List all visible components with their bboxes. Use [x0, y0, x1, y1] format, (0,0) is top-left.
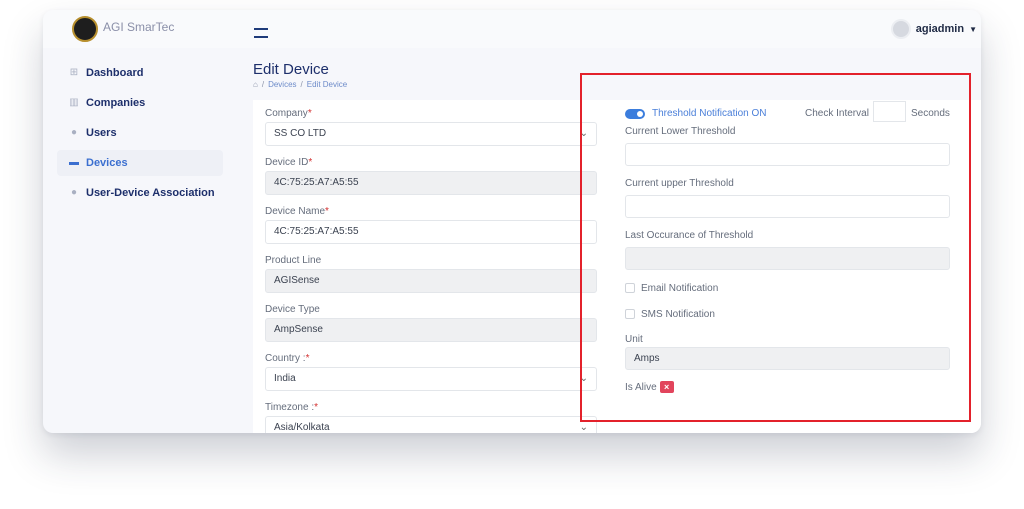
- breadcrumb: ⌂ / Devices / Edit Device: [253, 80, 347, 89]
- sidebar-item-label: Users: [86, 127, 117, 139]
- is-alive-false-icon: ×: [659, 381, 674, 393]
- sidebar-item-dashboard[interactable]: ⊞ Dashboard: [57, 60, 223, 86]
- company-value: SS CO LTD: [274, 128, 327, 139]
- breadcrumb-separator: /: [300, 80, 303, 89]
- threshold-settings-column: Threshold Notification ON Check Interval…: [625, 101, 950, 394]
- sidebar-item-user-device-association[interactable]: ● User-Device Association: [57, 180, 223, 206]
- chevron-down-icon: ⌄: [579, 422, 588, 433]
- unit-field[interactable]: Amps: [625, 347, 950, 370]
- email-notification-checkbox[interactable]: [625, 283, 635, 293]
- sidebar-item-label: User-Device Association: [86, 187, 215, 199]
- lower-threshold-input[interactable]: [625, 143, 950, 166]
- breadcrumb-separator: /: [261, 80, 265, 89]
- device-type-field[interactable]: AmpSense: [265, 318, 597, 342]
- timezone-select[interactable]: Asia/Kolkata ⌄: [265, 416, 597, 433]
- app-window: AGI SmarTec agiadmin ▼ ⊞ Dashboard ▥ Com…: [43, 10, 981, 433]
- email-notification-row: Email Notification: [625, 281, 950, 295]
- sms-notification-row: SMS Notification: [625, 307, 950, 321]
- chevron-down-icon: ⌄: [579, 128, 588, 139]
- avatar[interactable]: [890, 19, 911, 39]
- device-name-field[interactable]: 4C:75:25:A7:A5:55: [265, 220, 597, 244]
- device-id-value: 4C:75:25:A7:A5:55: [274, 177, 359, 188]
- last-occurance-label: Last Occurance of Threshold: [625, 230, 754, 241]
- last-occurance-field[interactable]: [625, 247, 950, 270]
- company-select[interactable]: SS CO LTD ⌄: [265, 122, 597, 146]
- country-value: India: [274, 373, 296, 384]
- sidebar-item-devices[interactable]: ▬ Devices: [57, 150, 223, 176]
- sidebar-item-companies[interactable]: ▥ Companies: [57, 90, 223, 116]
- home-icon[interactable]: ⌂: [253, 80, 258, 89]
- required-mark: *: [314, 402, 318, 413]
- brand-name: AGI SmarTec: [103, 20, 175, 34]
- device-id-label: Device ID*: [265, 157, 313, 168]
- threshold-row: Threshold Notification ON Check Interval…: [625, 101, 950, 122]
- device-name-value: 4C:75:25:A7:A5:55: [274, 226, 359, 237]
- is-alive-row: Is Alive ×: [625, 380, 950, 394]
- breadcrumb-current: Edit Device: [306, 80, 348, 89]
- sidebar: ⊞ Dashboard ▥ Companies ● Users ▬ Device…: [57, 60, 223, 210]
- user-device-icon: ●: [70, 187, 78, 198]
- brand-logo-icon: [72, 16, 98, 42]
- device-type-value: AmpSense: [274, 324, 323, 335]
- device-details-column: Company* SS CO LTD ⌄ Device ID* 4C:75:25:…: [265, 107, 597, 433]
- check-interval-label: Check Interval: [805, 108, 869, 119]
- product-line-value: AGISense: [274, 275, 320, 286]
- user-menu[interactable]: agiadmin ▼: [890, 18, 977, 40]
- sms-notification-label: SMS Notification: [641, 308, 715, 320]
- product-line-label: Product Line: [265, 255, 322, 266]
- sms-notification-checkbox[interactable]: [625, 309, 635, 319]
- breadcrumb-devices[interactable]: Devices: [268, 80, 296, 89]
- device-type-label: Device Type: [265, 304, 320, 315]
- caret-down-icon[interactable]: ▼: [969, 25, 977, 34]
- chevron-down-icon: ⌄: [579, 373, 588, 384]
- required-mark: *: [308, 157, 313, 168]
- device-name-label: Device Name*: [265, 206, 329, 217]
- sidebar-item-label: Devices: [86, 157, 128, 169]
- sidebar-item-label: Dashboard: [86, 67, 144, 79]
- upper-threshold-input[interactable]: [625, 195, 950, 218]
- product-line-field[interactable]: AGISense: [265, 269, 597, 293]
- check-interval-input[interactable]: [873, 101, 906, 122]
- company-label: Company*: [265, 108, 312, 119]
- country-label: Country :*: [265, 353, 310, 364]
- grid-icon: ⊞: [69, 67, 79, 78]
- timezone-value: Asia/Kolkata: [274, 422, 330, 433]
- email-notification-label: Email Notification: [641, 282, 719, 294]
- seconds-label: Seconds: [911, 108, 950, 119]
- is-alive-label: Is Alive: [625, 381, 657, 393]
- bar-chart-icon: ▥: [69, 97, 79, 108]
- user-name[interactable]: agiadmin: [916, 23, 964, 35]
- sidebar-item-users[interactable]: ● Users: [57, 120, 223, 146]
- users-icon: ●: [70, 127, 78, 138]
- device-id-field[interactable]: 4C:75:25:A7:A5:55: [265, 171, 597, 195]
- page-title: Edit Device: [253, 61, 329, 78]
- country-select[interactable]: India ⌄: [265, 367, 597, 391]
- required-mark: *: [305, 353, 310, 364]
- lower-threshold-label: Current Lower Threshold: [625, 126, 736, 137]
- menu-toggle-icon[interactable]: [254, 28, 268, 38]
- upper-threshold-label: Current upper Threshold: [625, 178, 734, 189]
- edit-device-form: Company* SS CO LTD ⌄ Device ID* 4C:75:25:…: [253, 100, 981, 433]
- sidebar-item-label: Companies: [86, 97, 146, 109]
- required-mark: *: [307, 108, 312, 119]
- threshold-notification-toggle[interactable]: [625, 109, 645, 119]
- device-icon: ▬: [69, 157, 79, 168]
- timezone-label: Timezone :*: [265, 402, 318, 413]
- main-content: Edit Device ⌂ / Devices / Edit Device Co…: [236, 48, 981, 433]
- required-mark: *: [325, 206, 329, 217]
- unit-label: Unit: [625, 334, 643, 345]
- threshold-notification-label: Threshold Notification ON: [652, 108, 767, 119]
- top-bar: AGI SmarTec agiadmin ▼: [43, 10, 981, 48]
